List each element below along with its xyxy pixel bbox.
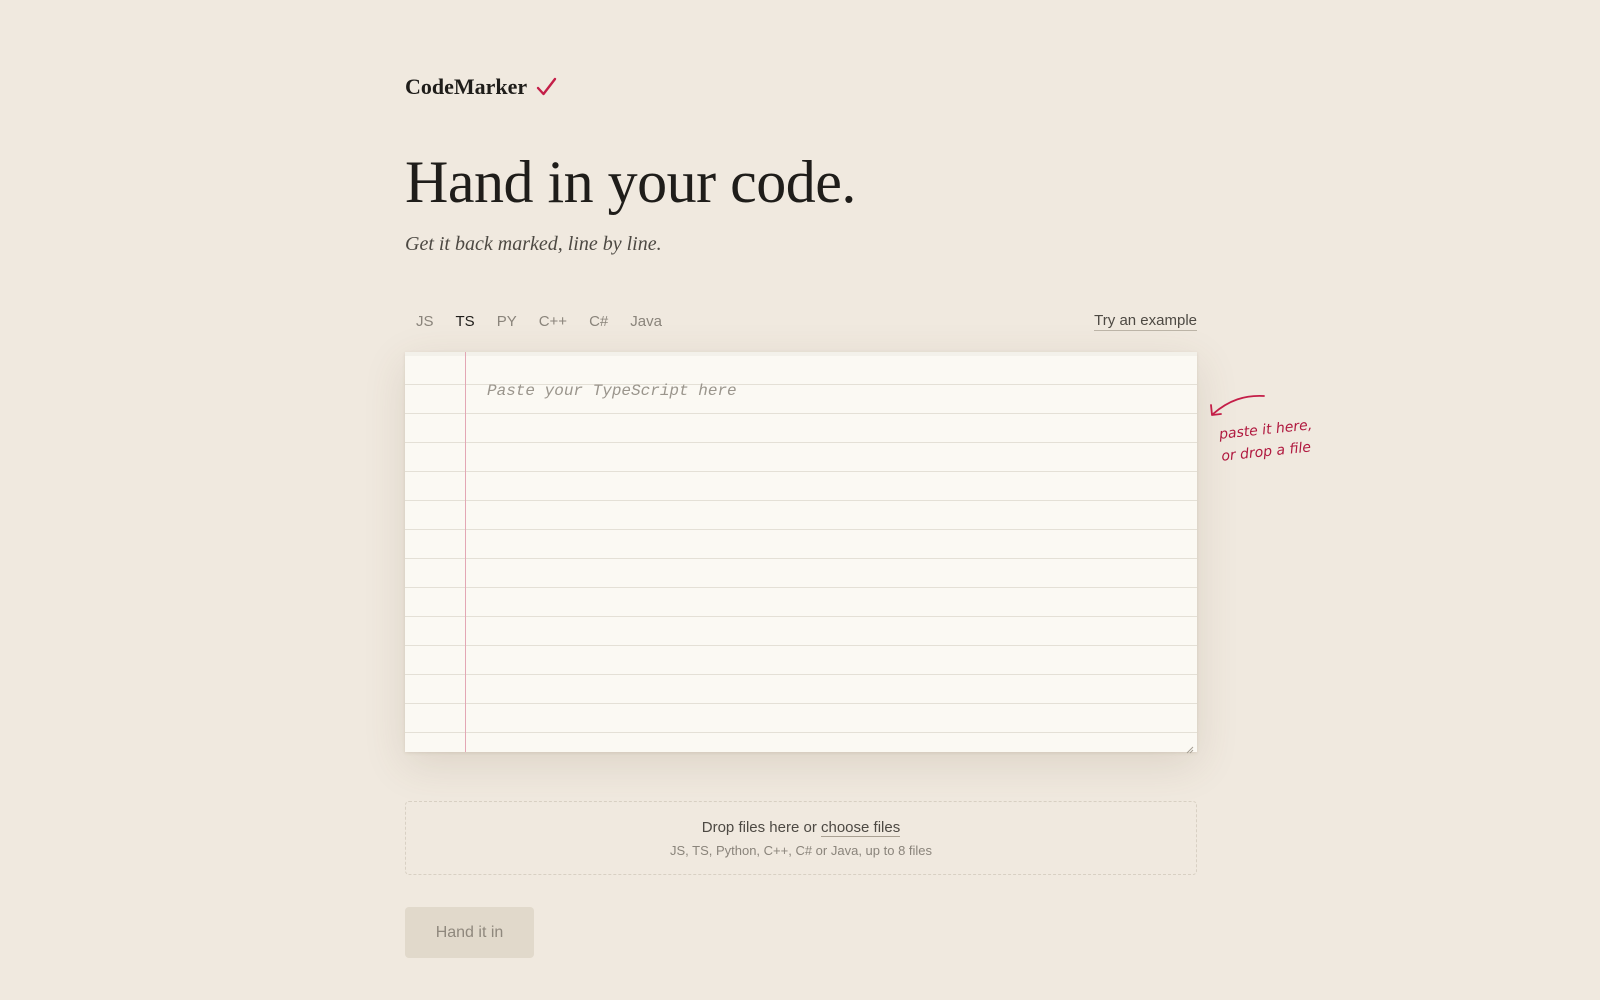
hand-it-in-button[interactable]: Hand it in (405, 907, 534, 958)
file-dropzone[interactable]: Drop files here or choose files JS, TS, … (405, 801, 1197, 875)
tab-csharp[interactable]: C# (578, 309, 619, 334)
tab-ts[interactable]: TS (445, 309, 486, 334)
language-tabs: JS TS PY C++ C# Java (405, 309, 673, 334)
dropzone-label: Drop files here or choose files (406, 819, 1196, 837)
tab-java[interactable]: Java (619, 309, 673, 334)
brand-logo[interactable]: CodeMarker (405, 74, 557, 100)
tab-cpp[interactable]: C++ (528, 309, 578, 334)
code-input[interactable] (475, 356, 1187, 746)
tab-py[interactable]: PY (486, 309, 528, 334)
page-title: Hand in your code. (405, 149, 856, 215)
page: CodeMarker Hand in your code. Get it bac… (0, 0, 1600, 1000)
choose-files-link[interactable]: choose files (821, 819, 901, 837)
curved-arrow-icon (1207, 392, 1269, 422)
handwritten-note: paste it here, or drop a file (1218, 414, 1316, 468)
dropzone-prefix: Drop files here or (701, 819, 817, 836)
brand-name: CodeMarker (405, 74, 528, 99)
margin-rule (465, 352, 466, 752)
page-subtitle: Get it back marked, line by line. (405, 233, 662, 255)
resize-handle-icon[interactable] (1186, 741, 1194, 754)
dropzone-hint: JS, TS, Python, C++, C# or Java, up to 8… (669, 843, 933, 858)
checkmark-icon (535, 76, 557, 98)
try-example-link[interactable]: Try an example (1094, 312, 1197, 331)
tab-js[interactable]: JS (405, 309, 445, 334)
code-editor (405, 352, 1197, 754)
